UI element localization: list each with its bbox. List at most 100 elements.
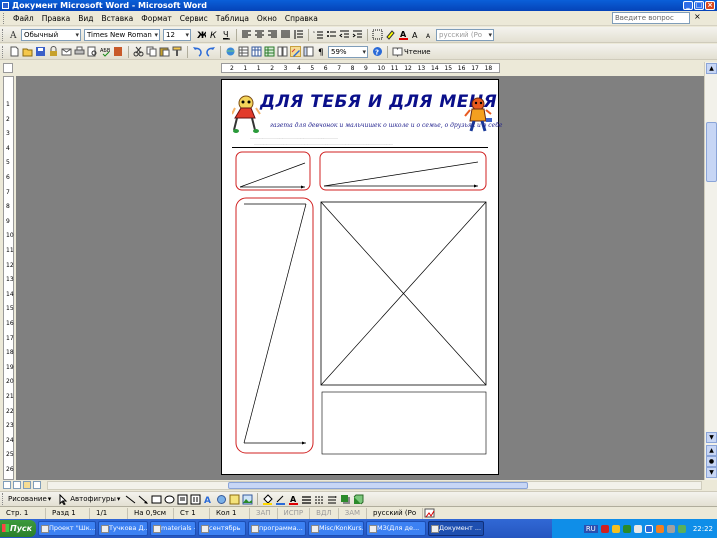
new-document-icon[interactable] bbox=[9, 46, 20, 57]
next-page-icon[interactable]: ▼ bbox=[706, 467, 717, 478]
tables-borders-icon[interactable] bbox=[238, 46, 249, 57]
menu-grip[interactable] bbox=[3, 12, 6, 24]
line-color-icon[interactable] bbox=[275, 494, 286, 505]
redo-icon[interactable] bbox=[205, 46, 216, 57]
toolbar-grip[interactable] bbox=[2, 28, 5, 41]
status-rec[interactable]: ЗАП bbox=[250, 507, 278, 519]
task-word-1[interactable]: Тучкова Д... bbox=[98, 521, 148, 536]
align-left-icon[interactable] bbox=[241, 29, 252, 40]
italic-icon[interactable]: К bbox=[208, 29, 219, 41]
line-tool-icon[interactable] bbox=[125, 494, 136, 505]
vertical-textbox-icon[interactable] bbox=[190, 494, 201, 505]
language-indicator[interactable]: RU bbox=[583, 524, 598, 533]
style-select[interactable]: Обычный bbox=[21, 28, 81, 41]
select-objects-icon[interactable] bbox=[58, 493, 69, 505]
dash-style-icon[interactable] bbox=[314, 494, 325, 505]
horizontal-scrollbar[interactable] bbox=[47, 481, 702, 490]
font-size-select[interactable]: 12 bbox=[163, 28, 191, 41]
select-browse-object-icon[interactable]: ● bbox=[706, 456, 717, 467]
tray-app-icon-1[interactable] bbox=[600, 524, 609, 533]
decrease-indent-icon[interactable] bbox=[339, 29, 350, 40]
tray-app-icon-4[interactable] bbox=[633, 524, 642, 533]
wordart-icon[interactable]: A bbox=[203, 494, 214, 506]
tray-app-icon-6[interactable] bbox=[677, 524, 686, 533]
maximize-button[interactable]: □ bbox=[694, 1, 704, 10]
grow-font-icon[interactable]: A bbox=[411, 29, 422, 40]
task-september[interactable]: сентябрь bbox=[198, 521, 246, 536]
format-painter-icon[interactable] bbox=[172, 46, 183, 57]
task-document-active[interactable]: Документ ... bbox=[428, 521, 484, 536]
start-button[interactable]: Пуск bbox=[0, 520, 36, 537]
tray-app-icon-3[interactable] bbox=[622, 524, 631, 533]
spelling-status-icon[interactable] bbox=[424, 508, 435, 519]
print-icon[interactable] bbox=[74, 46, 85, 57]
textbox-tool-icon[interactable] bbox=[177, 494, 188, 505]
document-page[interactable]: ДЛЯ ТЕБЯ И ДЛЯ МЕНЯ газета для девчонок … bbox=[221, 79, 502, 475]
outline-view-icon[interactable] bbox=[33, 481, 41, 489]
menu-window[interactable]: Окно bbox=[253, 11, 281, 26]
font-color-icon[interactable]: A bbox=[398, 29, 409, 40]
word-app-icon[interactable] bbox=[2, 2, 9, 9]
open-folder-icon[interactable] bbox=[22, 46, 33, 57]
horizontal-ruler[interactable]: 2 1 1 2 3 4 5 6 7 8 9 10 11 12 13 14 15 16 17 18 bbox=[221, 63, 500, 73]
research-icon[interactable] bbox=[113, 46, 124, 57]
drawing-toggle-icon[interactable] bbox=[290, 46, 301, 57]
menu-help[interactable]: Справка bbox=[281, 11, 322, 26]
read-mode-button[interactable]: Чтение bbox=[404, 48, 431, 56]
tray-app-icon-5[interactable] bbox=[655, 524, 664, 533]
horizontal-scroll-thumb[interactable] bbox=[228, 482, 528, 489]
numbering-icon[interactable]: 1 bbox=[313, 29, 324, 40]
previous-page-icon[interactable]: ▲ bbox=[706, 445, 717, 456]
task-programma[interactable]: программа... bbox=[248, 521, 306, 536]
scroll-up-icon[interactable]: ▲ bbox=[706, 63, 717, 74]
doc-close-icon[interactable]: × bbox=[694, 12, 701, 21]
menu-edit[interactable]: Правка bbox=[38, 11, 75, 26]
clock[interactable]: 22:22 bbox=[693, 525, 713, 533]
line-spacing-icon[interactable] bbox=[293, 29, 304, 40]
task-m3[interactable]: МЗ(Для де... bbox=[366, 521, 426, 536]
task-misc[interactable]: Misc/KonKurs... bbox=[308, 521, 364, 536]
arrow-tool-icon[interactable] bbox=[138, 494, 149, 505]
cut-icon[interactable] bbox=[133, 46, 144, 57]
spelling-icon[interactable]: АБВ bbox=[100, 46, 111, 57]
menu-file[interactable]: Файл bbox=[9, 11, 38, 26]
paste-icon[interactable] bbox=[159, 46, 170, 57]
vertical-ruler[interactable]: 1 2 3 4 5 6 7 8 9 10 11 12 13 14 15 16 17 18 19 20 21 22 23 24 2… bbox=[3, 76, 14, 480]
print-layout-view-icon[interactable] bbox=[23, 481, 31, 489]
draw-menu-button[interactable]: Рисование bbox=[8, 495, 47, 503]
copy-icon[interactable] bbox=[146, 46, 157, 57]
read-mode-icon[interactable] bbox=[392, 46, 403, 58]
highlight-icon[interactable] bbox=[385, 29, 396, 40]
oval-tool-icon[interactable] bbox=[164, 494, 175, 505]
fill-color-icon[interactable] bbox=[262, 493, 274, 505]
vertical-scrollbar[interactable]: ▲ ▼ ▲ ● ▼ bbox=[704, 62, 717, 480]
tray-app-icon-2[interactable] bbox=[611, 524, 620, 533]
bullets-icon[interactable] bbox=[326, 29, 337, 40]
tab-selector[interactable] bbox=[3, 63, 13, 73]
font-select[interactable]: Times New Roman bbox=[84, 28, 160, 41]
menu-tools[interactable]: Сервис bbox=[176, 11, 212, 26]
arrow-style-icon[interactable] bbox=[327, 494, 338, 505]
shrink-font-icon[interactable]: A bbox=[424, 29, 435, 40]
language-select[interactable]: русский (Ро bbox=[436, 28, 494, 41]
draw-font-color-icon[interactable]: A bbox=[288, 494, 299, 505]
borders-icon[interactable] bbox=[372, 29, 383, 40]
diagram-icon[interactable] bbox=[216, 494, 227, 505]
rectangle-tool-icon[interactable] bbox=[151, 494, 162, 505]
shadow-style-icon[interactable] bbox=[340, 494, 351, 505]
insert-excel-icon[interactable] bbox=[264, 46, 275, 57]
permission-icon[interactable] bbox=[48, 46, 59, 57]
undo-icon[interactable] bbox=[192, 46, 203, 57]
clipart-icon[interactable] bbox=[229, 494, 240, 505]
close-button[interactable]: × bbox=[705, 1, 715, 10]
autoshapes-button[interactable]: Автофигуры bbox=[70, 495, 116, 503]
insert-picture-icon[interactable] bbox=[242, 494, 253, 505]
insert-table-icon[interactable] bbox=[251, 46, 262, 57]
tray-network-icon[interactable] bbox=[644, 524, 653, 533]
email-icon[interactable] bbox=[61, 46, 72, 57]
menu-view[interactable]: Вид bbox=[74, 11, 97, 26]
drawing-grip[interactable] bbox=[2, 493, 5, 505]
columns-icon[interactable] bbox=[277, 46, 288, 57]
task-opera[interactable]: Проект "Шк... bbox=[38, 521, 96, 536]
save-icon[interactable] bbox=[35, 46, 46, 57]
